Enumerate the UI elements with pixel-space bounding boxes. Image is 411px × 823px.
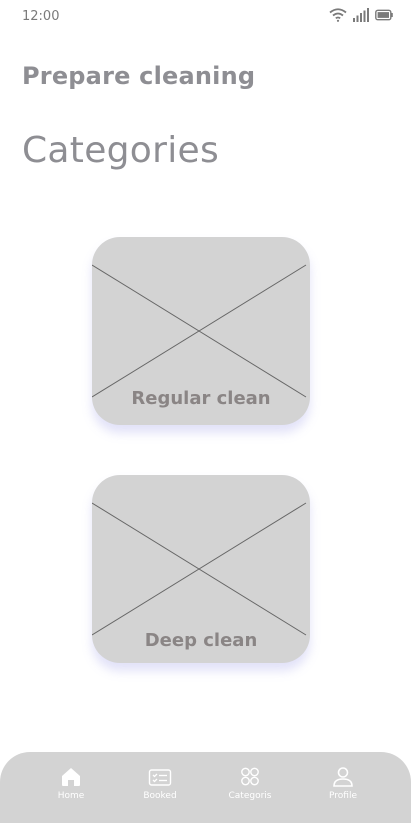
category-label: Regular clean: [131, 388, 271, 409]
booked-list-icon: [148, 769, 172, 786]
category-label: Deep clean: [144, 630, 258, 651]
status-icons: [329, 8, 393, 22]
nav-item-profile[interactable]: Profile: [308, 766, 378, 816]
nav-item-home[interactable]: Home: [36, 766, 106, 816]
wifi-icon: [329, 8, 347, 22]
nav-label-booked: Booked: [143, 791, 177, 801]
signal-icon: [353, 8, 369, 22]
section-title: Categories: [22, 130, 220, 171]
nav-label-categories: Categoris: [228, 791, 272, 801]
home-icon: [62, 768, 80, 786]
category-card-regular-clean[interactable]: Regular clean: [92, 237, 310, 425]
nav-item-booked[interactable]: Booked: [125, 766, 195, 816]
status-bar: 12:00: [0, 0, 411, 34]
bottom-navigation: Home Booked Categoris Profile: [0, 752, 411, 823]
category-card-deep-clean[interactable]: Deep clean: [92, 475, 310, 663]
nav-label-home: Home: [57, 791, 85, 801]
nav-item-categories[interactable]: Categoris: [215, 766, 285, 816]
battery-icon: [375, 9, 393, 21]
nav-label-profile: Profile: [329, 791, 357, 801]
page-title: Prepare cleaning: [22, 62, 256, 90]
categories-grid-icon: [241, 767, 259, 786]
profile-icon: [333, 767, 353, 787]
status-time: 12:00: [22, 9, 60, 24]
